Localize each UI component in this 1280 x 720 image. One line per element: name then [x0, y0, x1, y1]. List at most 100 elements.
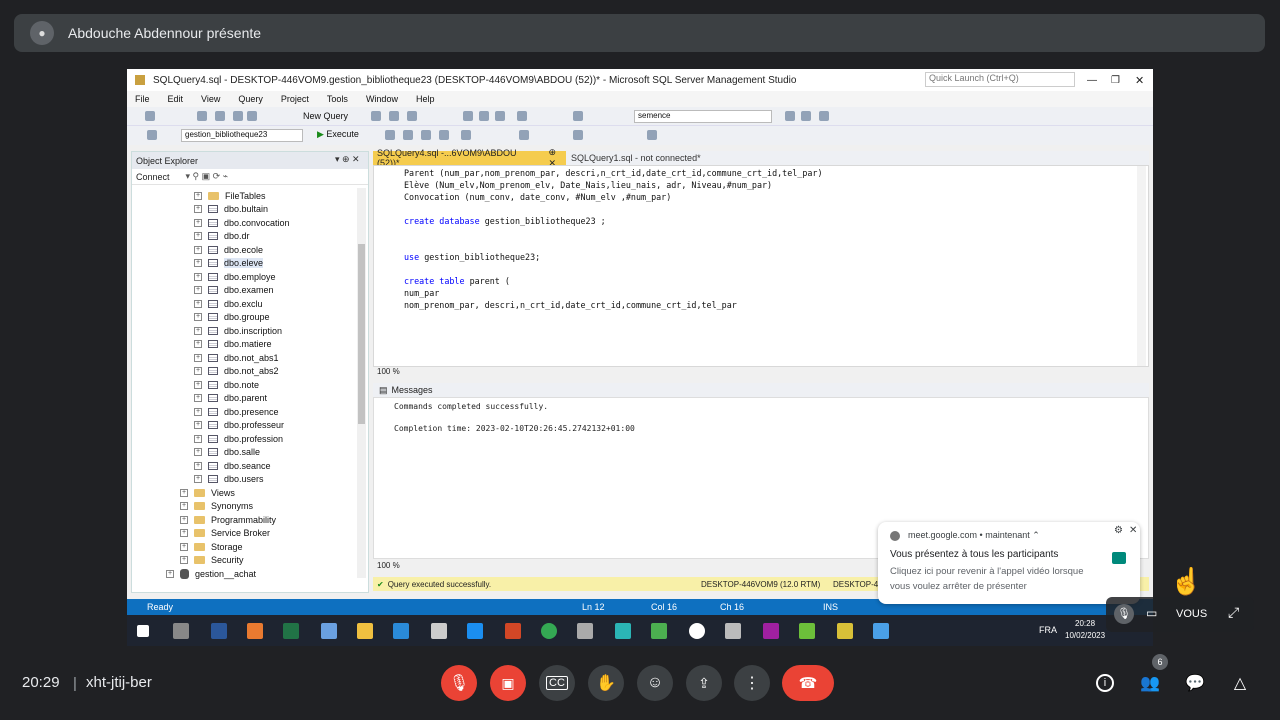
expand-icon[interactable]: +	[180, 529, 188, 538]
open-icon[interactable]	[215, 111, 225, 121]
tree-folder[interactable]: + Programmability	[180, 513, 276, 527]
app-icon[interactable]	[799, 623, 815, 639]
results-text-icon[interactable]	[421, 130, 431, 140]
menu-view[interactable]: View	[201, 94, 220, 104]
template-icon[interactable]	[647, 130, 657, 140]
expand-icon[interactable]: +	[194, 340, 202, 349]
tree-table-item[interactable]: + dbo.not_abs2	[194, 365, 279, 379]
pin-icon[interactable]: ▾ ⊕ ✕	[335, 154, 360, 165]
tree-table-item[interactable]: + dbo.eleve	[194, 257, 264, 271]
expand-icon[interactable]: +	[194, 475, 202, 484]
undo-icon[interactable]	[517, 111, 527, 121]
excel-icon[interactable]	[283, 623, 299, 639]
expand-icon[interactable]: +	[194, 461, 202, 470]
paste-icon[interactable]	[495, 111, 505, 121]
tree-table-item[interactable]: + dbo.parent	[194, 392, 267, 406]
app-icon[interactable]	[763, 623, 779, 639]
wrench-icon[interactable]	[801, 111, 811, 121]
expand-icon[interactable]: +	[194, 394, 202, 403]
tab-sqlquery1[interactable]: SQLQuery1.sql - not connected*	[569, 151, 701, 165]
expand-icon[interactable]: +	[194, 434, 202, 443]
expand-icon[interactable]: +	[180, 488, 188, 497]
menu-help[interactable]: Help	[416, 94, 435, 104]
expand-icon[interactable]: +	[166, 569, 174, 578]
file-explorer-icon[interactable]	[357, 623, 373, 639]
emoji-button[interactable]: ☺	[637, 665, 673, 701]
menu-tools[interactable]: Tools	[327, 94, 348, 104]
expand-icon[interactable]: +	[194, 407, 202, 416]
mic-off-button[interactable]: 🎙	[441, 665, 477, 701]
tray-date[interactable]: 10/02/2023	[1065, 631, 1105, 640]
query-icon[interactable]	[371, 111, 381, 121]
scrollbar-thumb[interactable]	[358, 244, 365, 424]
word-icon[interactable]	[211, 623, 227, 639]
tray-lang[interactable]: FRA	[1039, 625, 1057, 635]
close-icon[interactable]: ✕	[1135, 74, 1144, 87]
save-all-icon[interactable]	[247, 111, 257, 121]
info-button[interactable]: i	[1094, 672, 1116, 694]
expand-icon[interactable]: +	[194, 286, 202, 295]
expand-icon[interactable]: +	[194, 272, 202, 281]
tree-folder[interactable]: + Views	[180, 486, 235, 500]
editor-zoom[interactable]: 100 %	[373, 367, 1149, 379]
app-icon[interactable]	[615, 623, 631, 639]
task-view-icon[interactable]	[173, 623, 189, 639]
execute-button[interactable]: ▶ Execute	[317, 129, 359, 140]
app-icon[interactable]	[873, 623, 889, 639]
notification-toast[interactable]: meet.google.com • maintenant ⌃ ⚙ ✕ Vous …	[878, 522, 1140, 604]
chat-button[interactable]: 💬	[1184, 672, 1206, 694]
tree-table-item[interactable]: + dbo.dr	[194, 230, 250, 244]
expand-icon[interactable]: +	[194, 367, 202, 376]
cut-icon[interactable]	[463, 111, 473, 121]
tree-folder[interactable]: + FileTables	[194, 189, 266, 203]
tree-table-item[interactable]: + dbo.users	[194, 473, 264, 487]
connect-icon[interactable]	[147, 130, 157, 140]
parse-icon[interactable]	[385, 130, 395, 140]
tree-folder[interactable]: + Service Broker	[180, 527, 270, 541]
expand-icon[interactable]: +	[194, 205, 202, 214]
tree-table-item[interactable]: + dbo.convocation	[194, 216, 290, 230]
expand-icon[interactable]: +	[194, 313, 202, 322]
app-icon[interactable]	[689, 623, 705, 639]
tool-icon[interactable]	[785, 111, 795, 121]
expand-icon[interactable]: +	[180, 502, 188, 511]
new-file-icon[interactable]	[197, 111, 207, 121]
app-icon[interactable]	[321, 623, 337, 639]
results-grid-icon[interactable]	[403, 130, 413, 140]
app-icon[interactable]	[577, 623, 593, 639]
powerpoint-icon[interactable]	[505, 623, 521, 639]
activities-button[interactable]: △	[1229, 672, 1251, 694]
chrome-icon[interactable]	[541, 623, 557, 639]
window-icon[interactable]	[819, 111, 829, 121]
expand-icon[interactable]: +	[194, 218, 202, 227]
app-icon[interactable]	[393, 623, 409, 639]
expand-icon[interactable]: +	[194, 259, 202, 268]
expand-icon[interactable]: +	[194, 380, 202, 389]
tree-table-item[interactable]: + dbo.inscription	[194, 324, 282, 338]
tree-database[interactable]: + gestion__achat	[166, 567, 256, 581]
expand-icon[interactable]: +	[194, 448, 202, 457]
menu-window[interactable]: Window	[366, 94, 398, 104]
filter-icon[interactable]: ▾ ⚲ ▣ ⟳ ⌁	[186, 171, 229, 182]
tree-table-item[interactable]: + dbo.profession	[194, 432, 283, 446]
more-options-button[interactable]: ⋮	[734, 665, 770, 701]
people-button[interactable]: 👥	[1139, 672, 1161, 694]
quick-launch-input[interactable]: Quick Launch (Ctrl+Q)	[925, 72, 1075, 87]
settings-icon[interactable]: ⚙	[1114, 525, 1123, 536]
indent-icon[interactable]	[573, 130, 583, 140]
new-query-button[interactable]: New Query	[303, 111, 348, 121]
app-icon[interactable]	[725, 623, 741, 639]
expand-icon[interactable]: +	[194, 353, 202, 362]
editor-vscroll[interactable]	[1137, 166, 1146, 366]
tree-table-item[interactable]: + dbo.note	[194, 378, 259, 392]
raise-hand-button[interactable]: ✋	[588, 665, 624, 701]
tree-table-item[interactable]: + dbo.examen	[194, 284, 274, 298]
tray-time[interactable]: 20:28	[1075, 619, 1095, 628]
minimize-icon[interactable]: —	[1087, 75, 1097, 86]
tree-table-item[interactable]: + dbo.employe	[194, 270, 276, 284]
maximize-icon[interactable]: ❐	[1111, 75, 1120, 86]
expand-icon[interactable]: +	[180, 542, 188, 551]
tree-table-item[interactable]: + dbo.bultain	[194, 203, 268, 217]
query-icon-3[interactable]	[407, 111, 417, 121]
tree-table-item[interactable]: + dbo.exclu	[194, 297, 263, 311]
